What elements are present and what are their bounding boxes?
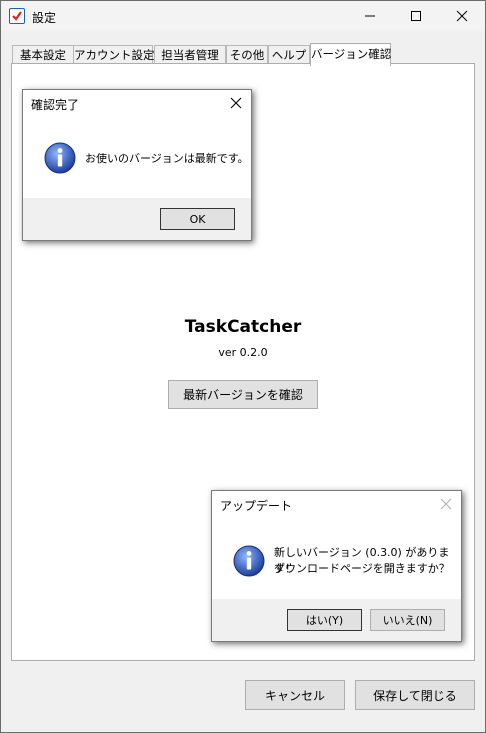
minimize-icon (365, 15, 375, 17)
dialog-title-bar: アップデート (212, 491, 461, 517)
tab-help[interactable]: ヘルプ (268, 45, 310, 65)
info-icon (233, 545, 265, 577)
dialog-message-line2: ダウンロードページを開きますか？ (274, 562, 450, 575)
dialog-message: お使いのバージョンは最新です。 (85, 152, 249, 165)
maximize-icon (411, 11, 421, 21)
app-checkbox-icon (9, 8, 25, 24)
yes-button[interactable]: はい(Y) (287, 609, 362, 631)
dialog-body: 新しいバージョン (0.3.0) があります！ ダウンロードページを開きますか？ (212, 517, 461, 599)
dialog-body: お使いのバージョンは最新です。 (23, 116, 251, 198)
info-icon (44, 142, 76, 174)
close-button[interactable] (439, 1, 485, 31)
title-bar: 設定 (1, 1, 485, 31)
close-icon[interactable] (229, 96, 243, 110)
update-dialog: アップデート 新しいバージョン (0.3.0) があります！ ダウンロードページ… (211, 490, 462, 642)
tab-version-check[interactable]: バージョン確認 (310, 43, 391, 66)
no-button[interactable]: いいえ(N) (370, 609, 445, 631)
dialog-title: アップデート (220, 499, 293, 513)
check-latest-version-button[interactable]: 最新バージョンを確認 (168, 380, 318, 409)
tab-account-settings[interactable]: アカウント設定 (73, 45, 155, 65)
tab-staff-management[interactable]: 担当者管理 (154, 45, 226, 65)
maximize-button[interactable] (393, 1, 439, 31)
tab-basic-settings[interactable]: 基本設定 (12, 45, 74, 65)
ok-button[interactable]: OK (160, 208, 235, 230)
close-icon[interactable] (439, 497, 453, 511)
save-and-close-button[interactable]: 保存して閉じる (355, 680, 475, 710)
confirm-dialog: 確認完了 お使いのバージョンは最新です。 OK (22, 89, 252, 241)
minimize-button[interactable] (347, 1, 393, 31)
window-title: 設定 (32, 11, 57, 25)
app-name: TaskCatcher (184, 317, 302, 337)
app-version: ver 0.2.0 (218, 346, 268, 359)
cancel-button[interactable]: キャンセル (245, 680, 345, 710)
dialog-title-bar: 確認完了 (23, 90, 251, 116)
tab-other[interactable]: その他 (226, 45, 268, 65)
dialog-title: 確認完了 (31, 98, 80, 112)
close-icon (456, 10, 468, 22)
